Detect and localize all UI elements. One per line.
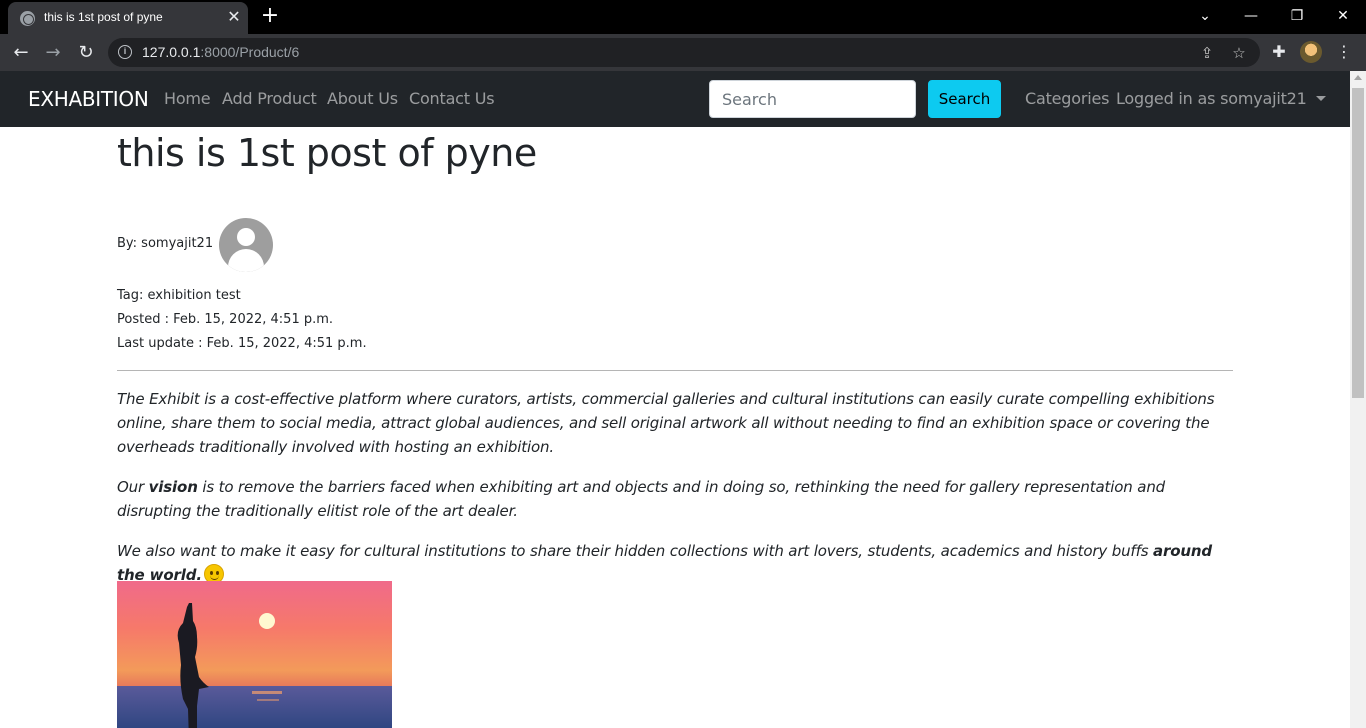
star-icon[interactable]: ☆ (1228, 42, 1250, 64)
post-author: By: somyajit21 (117, 236, 214, 251)
search-input[interactable] (709, 80, 916, 118)
menu-icon[interactable]: ⋮ (1332, 40, 1356, 64)
page-scrollbar[interactable] (1350, 71, 1366, 728)
nav-link-categories[interactable]: Categories (1025, 89, 1109, 108)
nav-link-home[interactable]: Home (164, 89, 211, 108)
site-navbar: EXHABITION Home Add Product About Us Con… (0, 71, 1350, 127)
minimize-icon[interactable]: — (1239, 6, 1263, 26)
share-icon[interactable]: ⇪ (1196, 42, 1218, 64)
reload-icon[interactable]: ↻ (73, 40, 99, 66)
post-title: this is 1st post of pyne (117, 131, 537, 175)
search-button[interactable]: Search (928, 80, 1001, 118)
window-close-icon[interactable]: ✕ (1331, 6, 1355, 26)
back-icon[interactable]: ← (8, 40, 34, 66)
forward-icon[interactable]: → (40, 40, 66, 66)
scroll-thumb[interactable] (1352, 88, 1364, 398)
address-bar[interactable]: i 127.0.0.1:8000/Product/6 ⇪ ☆ (108, 38, 1260, 67)
close-icon[interactable]: ✕ (224, 7, 244, 27)
author-avatar (219, 218, 273, 272)
extensions-icon[interactable]: ✚ (1267, 40, 1291, 64)
nav-link-about-us[interactable]: About Us (327, 89, 398, 108)
chevron-down-icon[interactable]: ⌄ (1193, 6, 1217, 26)
url-text[interactable]: 127.0.0.1:8000/Product/6 (142, 44, 299, 60)
profile-avatar[interactable] (1300, 41, 1322, 63)
post-tags: Tag: exhibition test (117, 288, 241, 303)
new-tab-icon[interactable]: + (258, 4, 282, 28)
tab-title: this is 1st post of pyne (44, 10, 163, 24)
browser-toolbar: ← → ↻ i 127.0.0.1:8000/Product/6 ⇪ ☆ ✚ ⋮ (0, 34, 1366, 71)
divider (117, 370, 1233, 371)
restore-icon[interactable]: ❐ (1285, 6, 1309, 26)
post-updated-date: Last update : Feb. 15, 2022, 4:51 p.m. (117, 336, 367, 351)
user-label: Logged in as somyajit21 (1116, 89, 1307, 108)
post-paragraph-2: Our vision is to remove the barriers fac… (117, 478, 1166, 520)
globe-icon (20, 11, 35, 26)
post-paragraph-1: The Exhibit is a cost-effective platform… (117, 390, 1215, 456)
post-image (117, 581, 392, 728)
browser-tab-bar: this is 1st post of pyne ✕ + ⌄ — ❐ ✕ (0, 0, 1366, 34)
nav-link-add-product[interactable]: Add Product (222, 89, 317, 108)
browser-tab[interactable]: this is 1st post of pyne ✕ (8, 2, 248, 34)
user-dropdown[interactable]: Logged in as somyajit21 (1116, 89, 1326, 108)
site-brand[interactable]: EXHABITION (28, 87, 149, 111)
page-viewport: EXHABITION Home Add Product About Us Con… (0, 71, 1350, 728)
post-paragraph-3: We also want to make it easy for cultura… (117, 542, 1213, 584)
info-icon[interactable]: i (118, 45, 132, 59)
nav-link-contact-us[interactable]: Contact Us (409, 89, 495, 108)
caret-down-icon (1315, 96, 1326, 101)
scroll-up-arrow-icon[interactable] (1354, 75, 1362, 80)
post-date: Posted : Feb. 15, 2022, 4:51 p.m. (117, 312, 334, 327)
